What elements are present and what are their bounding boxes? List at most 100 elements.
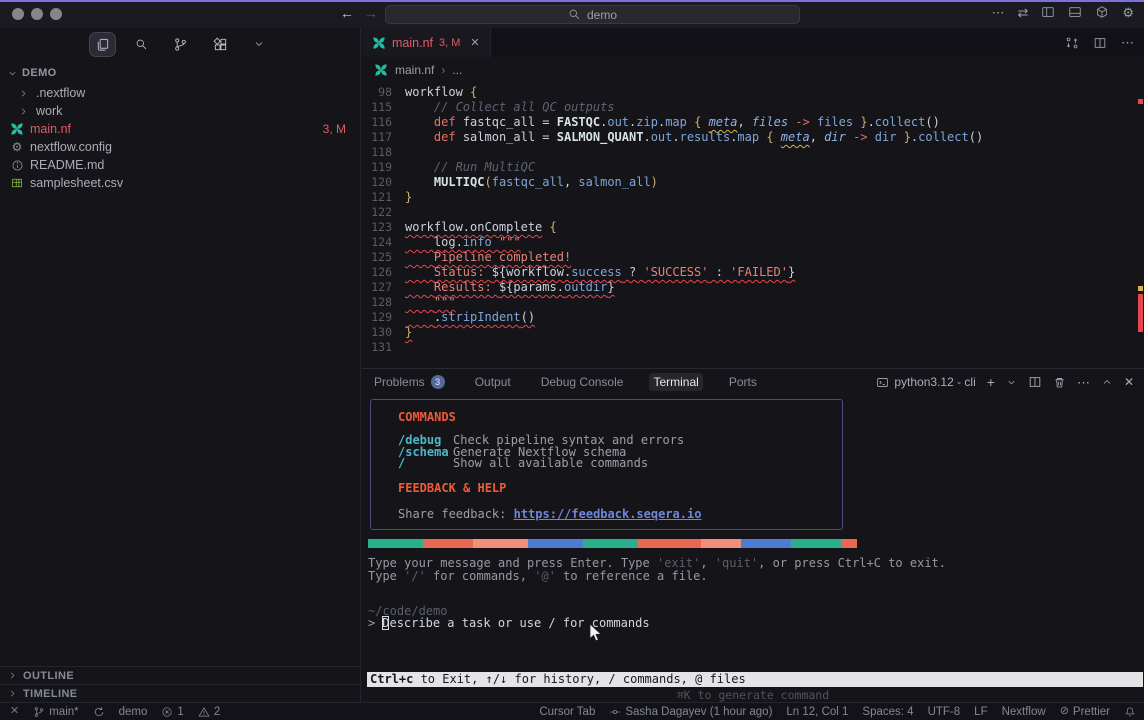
command-center-search[interactable]: demo: [385, 5, 800, 24]
plus-icon[interactable]: +: [987, 375, 995, 389]
statusbar-item-spaces-4[interactable]: Spaces: 4: [862, 706, 913, 718]
line-number: 127: [362, 280, 392, 295]
chevron-down-icon[interactable]: [1006, 377, 1017, 388]
statusbar-item-ln-12-col-1[interactable]: Ln 12, Col 1: [786, 706, 848, 718]
statusbar-item-cursor-tab[interactable]: Cursor Tab: [539, 706, 595, 718]
maximize-window-button[interactable]: [50, 8, 62, 20]
file-row-main-nf[interactable]: main.nf3, M: [0, 120, 360, 138]
panel-tab-problems[interactable]: Problems3: [370, 373, 449, 391]
line-number: 121: [362, 190, 392, 205]
sidebar-section-timeline[interactable]: TIMELINE: [0, 684, 360, 702]
statusbar-item-lf[interactable]: LF: [974, 706, 987, 718]
cmd-k-hint: ⌘K to generate command: [362, 688, 1144, 702]
line-number: 122: [362, 205, 392, 220]
code-line: 122: [362, 205, 1144, 220]
close-icon[interactable]: ✕: [1124, 376, 1134, 388]
sidebar-section-outline[interactable]: OUTLINE: [0, 666, 360, 684]
statusbar-label: UTF-8: [928, 706, 961, 718]
command-desc: Show all available commands: [453, 456, 648, 470]
statusbar-label: demo: [119, 706, 148, 718]
code-line: 131: [362, 340, 1144, 355]
statusbar-item-main-[interactable]: main*: [33, 706, 78, 718]
code-line: 125 Pipeline completed!: [362, 250, 1144, 265]
titlebar-actions: ⋯ ⇄ ⚙: [991, 5, 1134, 19]
prettier-icon: ⊘: [1060, 706, 1069, 717]
panel-tab-terminal[interactable]: Terminal: [649, 373, 702, 391]
breadcrumb-more[interactable]: ...: [452, 63, 462, 77]
chevron-up-icon[interactable]: [1101, 376, 1113, 388]
swap-arrows-icon[interactable]: ⇄: [1017, 6, 1028, 19]
terminal-prompt-input[interactable]: >Describe a task or use / for commands: [368, 616, 650, 630]
extensions-icon[interactable]: [208, 33, 233, 56]
panel-tab-debug-console[interactable]: Debug Console: [537, 373, 628, 391]
statusbar-item-prettier[interactable]: ⊘Prettier: [1060, 706, 1110, 718]
panel-tab-ports[interactable]: Ports: [725, 373, 761, 391]
line-content: Pipeline completed!: [392, 250, 571, 265]
settings-gear-icon[interactable]: ⚙: [1122, 6, 1134, 19]
tab-main-nf[interactable]: main.nf 3, M ✕: [362, 28, 491, 57]
tab-close-icon[interactable]: ✕: [470, 36, 479, 49]
commands-list: /debugCheck pipeline syntax and errors/s…: [398, 435, 842, 470]
line-content: MULTIQC(fastqc_all, salmon_all): [392, 175, 658, 190]
tab-modified-badge: 3, M: [439, 37, 460, 49]
statusbar-item-2[interactable]: 2: [198, 706, 220, 718]
statusbar: ✕ main* demo 1 2 Cursor Tab Sasha Dagayev (1 …: [0, 702, 1144, 720]
source-control-icon[interactable]: [168, 33, 193, 56]
terminal-body[interactable]: COMMANDS /debugCheck pipeline syntax and…: [362, 395, 1144, 702]
feedback-link[interactable]: https://feedback.seqera.io: [514, 507, 702, 521]
kebab-icon[interactable]: ⋯: [991, 6, 1004, 19]
breadcrumb-file[interactable]: main.nf: [395, 63, 434, 77]
kebab-icon[interactable]: ⋯: [1121, 36, 1134, 49]
trash-icon[interactable]: [1053, 376, 1066, 389]
search-icon[interactable]: [130, 34, 153, 55]
line-number: 125: [362, 250, 392, 265]
statusbar-item-utf-8[interactable]: UTF-8: [928, 706, 961, 718]
file-row-work[interactable]: work: [0, 102, 360, 120]
tab-label: main.nf: [392, 36, 433, 50]
code-editor[interactable]: 98workflow {115 // Collect all QC output…: [362, 82, 1144, 355]
statusbar-item-bell-icon[interactable]: [1124, 706, 1136, 718]
file-row--nextflow[interactable]: .nextflow: [0, 84, 360, 102]
explorer-section-header[interactable]: DEMO: [0, 64, 360, 82]
cube-icon[interactable]: [1095, 5, 1109, 19]
nav-forward-button[interactable]: →: [364, 5, 378, 21]
terminal-hints: Type your message and press Enter. Type …: [368, 557, 946, 582]
code-line: 130}: [362, 325, 1144, 340]
split-editor-icon[interactable]: [1093, 36, 1107, 50]
explorer-files-icon[interactable]: [90, 33, 115, 56]
layout-panel-icon[interactable]: [1068, 5, 1082, 19]
statusbar-item-1[interactable]: 1: [161, 706, 183, 718]
minimize-window-button[interactable]: [31, 8, 43, 20]
panel-tab-output[interactable]: Output: [471, 373, 515, 391]
sync-icon: [93, 706, 105, 718]
terminal-profile-selector[interactable]: python3.12 - cli: [876, 375, 975, 389]
layout-sidebar-icon[interactable]: [1041, 5, 1055, 19]
statusbar-item-nextflow[interactable]: Nextflow: [1002, 706, 1046, 718]
compare-changes-icon[interactable]: [1065, 36, 1079, 50]
breadcrumb[interactable]: main.nf › ...: [362, 57, 1144, 82]
code-line: 117 def salmon_all = SALMON_QUANT.out.re…: [362, 130, 1144, 145]
command-row: /Show all available commands: [398, 458, 842, 470]
statusbar-item-demo[interactable]: demo: [119, 706, 148, 718]
file-row-readme-md[interactable]: README.md: [0, 156, 360, 174]
kebab-icon[interactable]: ⋯: [1077, 376, 1090, 389]
line-number: 129: [362, 310, 392, 325]
line-number: 119: [362, 160, 392, 175]
line-content: workflow.onComplete {: [392, 220, 557, 235]
traffic-lights[interactable]: [12, 8, 62, 20]
statusbar-item-sasha-dagayev-1-hour-ago-[interactable]: Sasha Dagayev (1 hour ago): [609, 706, 772, 718]
more-chevron-icon[interactable]: [248, 34, 270, 54]
sidebar-bottom-sections: OUTLINETIMELINE: [0, 666, 360, 702]
close-window-button[interactable]: [12, 8, 24, 20]
search-icon: [568, 8, 581, 21]
split-icon[interactable]: [1028, 375, 1042, 389]
file-row-samplesheet-csv[interactable]: samplesheet.csv: [0, 174, 360, 192]
nextflow-icon: [372, 36, 386, 50]
command-name: /schema: [398, 447, 453, 459]
statusbar-item-sync-icon[interactable]: [93, 706, 105, 718]
code-line: 121}: [362, 190, 1144, 205]
file-row-nextflow-config[interactable]: ⚙nextflow.config: [0, 138, 360, 156]
nav-back-button[interactable]: ←: [340, 5, 354, 21]
statusbar-item-remote-x-icon[interactable]: ✕: [10, 706, 19, 717]
file-label: samplesheet.csv: [30, 176, 123, 190]
